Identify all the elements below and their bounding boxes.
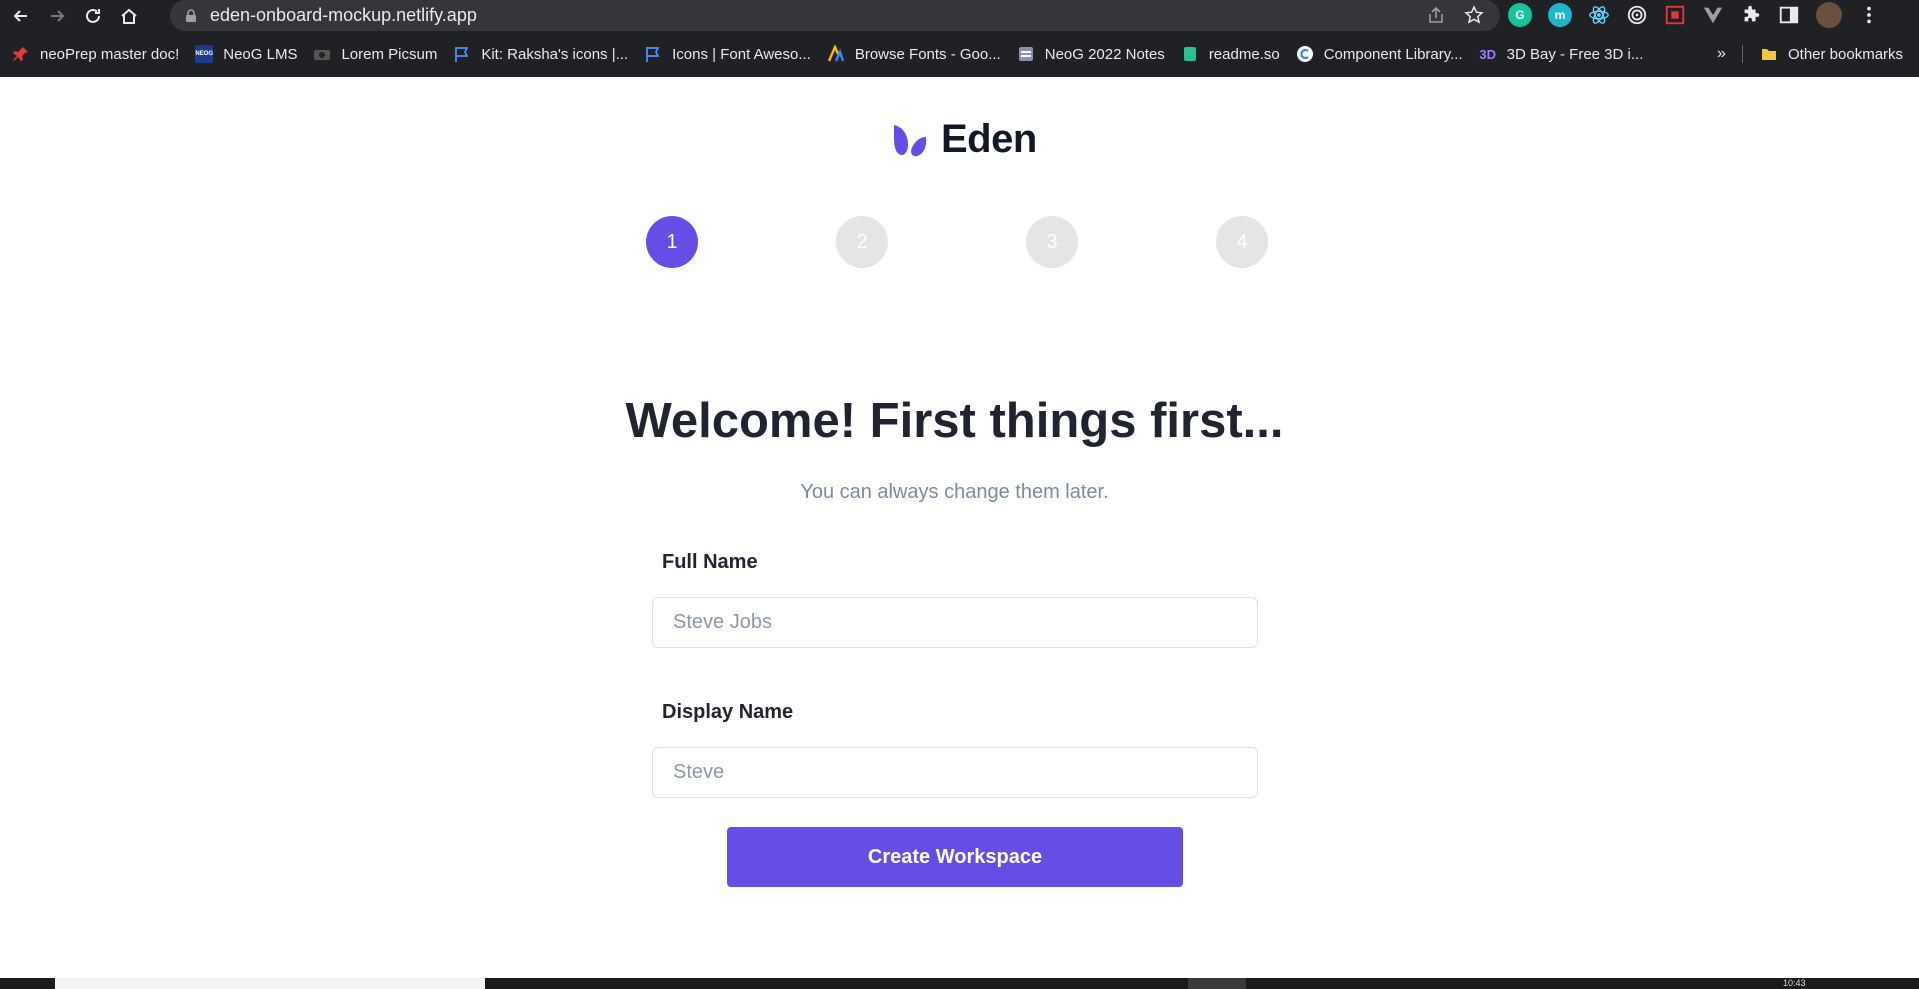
- bookmark-component-library[interactable]: Component Library...: [1288, 38, 1471, 70]
- bookmark-neog-notes[interactable]: NeoG 2022 Notes: [1009, 38, 1173, 70]
- taskbar-window-preview[interactable]: [55, 978, 485, 989]
- chrome-gap: [0, 31, 1919, 38]
- share-icon[interactable]: [1426, 5, 1446, 25]
- taskbar-clock: 10:43: [1783, 978, 1806, 988]
- target-extension-icon[interactable]: [1626, 4, 1648, 26]
- bookmark-raksha-icons[interactable]: Kit: Raksha's icons |...: [445, 38, 636, 70]
- bookmark-lorem-picsum[interactable]: Lorem Picsum: [305, 38, 445, 70]
- component-icon: [1296, 45, 1314, 63]
- forward-button[interactable]: [42, 1, 72, 31]
- back-button[interactable]: [6, 1, 36, 31]
- bookmark-neoprep[interactable]: neoPrep master doc!: [4, 38, 187, 70]
- bookmarks-overflow-button[interactable]: »: [1717, 38, 1726, 70]
- bookmark-google-fonts[interactable]: Browse Fonts - Goo...: [819, 38, 1009, 70]
- chrome-divider: [0, 70, 1919, 77]
- pin-icon: [12, 45, 30, 63]
- lock-icon: [186, 8, 196, 22]
- arrow-left-icon: [13, 9, 27, 22]
- readme-icon: [1181, 45, 1199, 63]
- brand-name: Eden: [941, 117, 1037, 161]
- star-icon[interactable]: [1464, 5, 1484, 25]
- display-name-label: Display Name: [662, 701, 794, 723]
- url-text: eden-onboard-mockup.netlify.app: [210, 5, 477, 25]
- display-name-input[interactable]: [652, 747, 1258, 798]
- home-button[interactable]: [114, 1, 144, 31]
- notes-icon: [1017, 45, 1035, 63]
- folder-icon: [1760, 45, 1778, 63]
- red-extension-icon[interactable]: [1664, 4, 1686, 26]
- page-subtitle: You can always change them later.: [800, 481, 1109, 503]
- bookmark-readme[interactable]: readme.so: [1173, 38, 1288, 70]
- other-bookmarks[interactable]: Other bookmarks: [1752, 38, 1911, 70]
- brand: Eden: [891, 117, 1037, 162]
- fonts-icon: [827, 45, 845, 63]
- avatar[interactable]: [1816, 2, 1842, 28]
- taskbar-item[interactable]: [1188, 978, 1246, 989]
- kebab-menu-icon[interactable]: [1858, 4, 1880, 26]
- m-extension-icon[interactable]: m: [1548, 3, 1572, 27]
- stepper: 1 2 3 4: [646, 216, 1268, 268]
- puzzle-icon[interactable]: [1740, 4, 1762, 26]
- bookmark-neog-lms[interactable]: NEOG NeoG LMS: [187, 38, 305, 70]
- step-3[interactable]: 3: [1026, 216, 1078, 268]
- home-icon: [121, 8, 137, 24]
- eden-logo-icon: [894, 124, 927, 156]
- step-4[interactable]: 4: [1216, 216, 1268, 268]
- reload-button[interactable]: [78, 1, 108, 31]
- full-name-label: Full Name: [662, 551, 758, 573]
- bookmark-3d-bay[interactable]: 3D 3D Bay - Free 3D i...: [1471, 38, 1652, 70]
- vue-devtools-icon[interactable]: [1702, 4, 1724, 26]
- address-bar[interactable]: eden-onboard-mockup.netlify.app: [170, 0, 1500, 31]
- page-title: Welcome! First things first...: [625, 394, 1284, 448]
- flag-icon: [644, 45, 662, 63]
- bookmark-font-awesome[interactable]: Icons | Font Aweso...: [636, 38, 819, 70]
- step-1[interactable]: 1: [646, 216, 698, 268]
- neog-icon: NEOG: [195, 45, 214, 63]
- grammarly-icon[interactable]: G: [1508, 3, 1532, 27]
- reload-icon: [86, 8, 100, 23]
- bookmarks-divider: [1742, 45, 1743, 63]
- arrow-right-icon: [51, 9, 65, 22]
- onboarding-page: Eden 1 2 3 4 Welcome! First things first…: [0, 77, 1919, 978]
- 3d-icon: 3D: [1479, 46, 1496, 62]
- extensions-bar: G m: [1508, 2, 1880, 28]
- flag-icon: [453, 45, 471, 63]
- side-panel-icon[interactable]: [1778, 4, 1800, 26]
- step-2[interactable]: 2: [836, 216, 888, 268]
- camera-icon: [313, 45, 331, 63]
- react-devtools-icon[interactable]: [1588, 4, 1610, 26]
- full-name-input[interactable]: [652, 597, 1258, 648]
- bookmarks-bar: neoPrep master doc! NEOG NeoG LMS Lorem …: [0, 38, 1919, 70]
- create-workspace-button[interactable]: Create Workspace: [727, 827, 1183, 887]
